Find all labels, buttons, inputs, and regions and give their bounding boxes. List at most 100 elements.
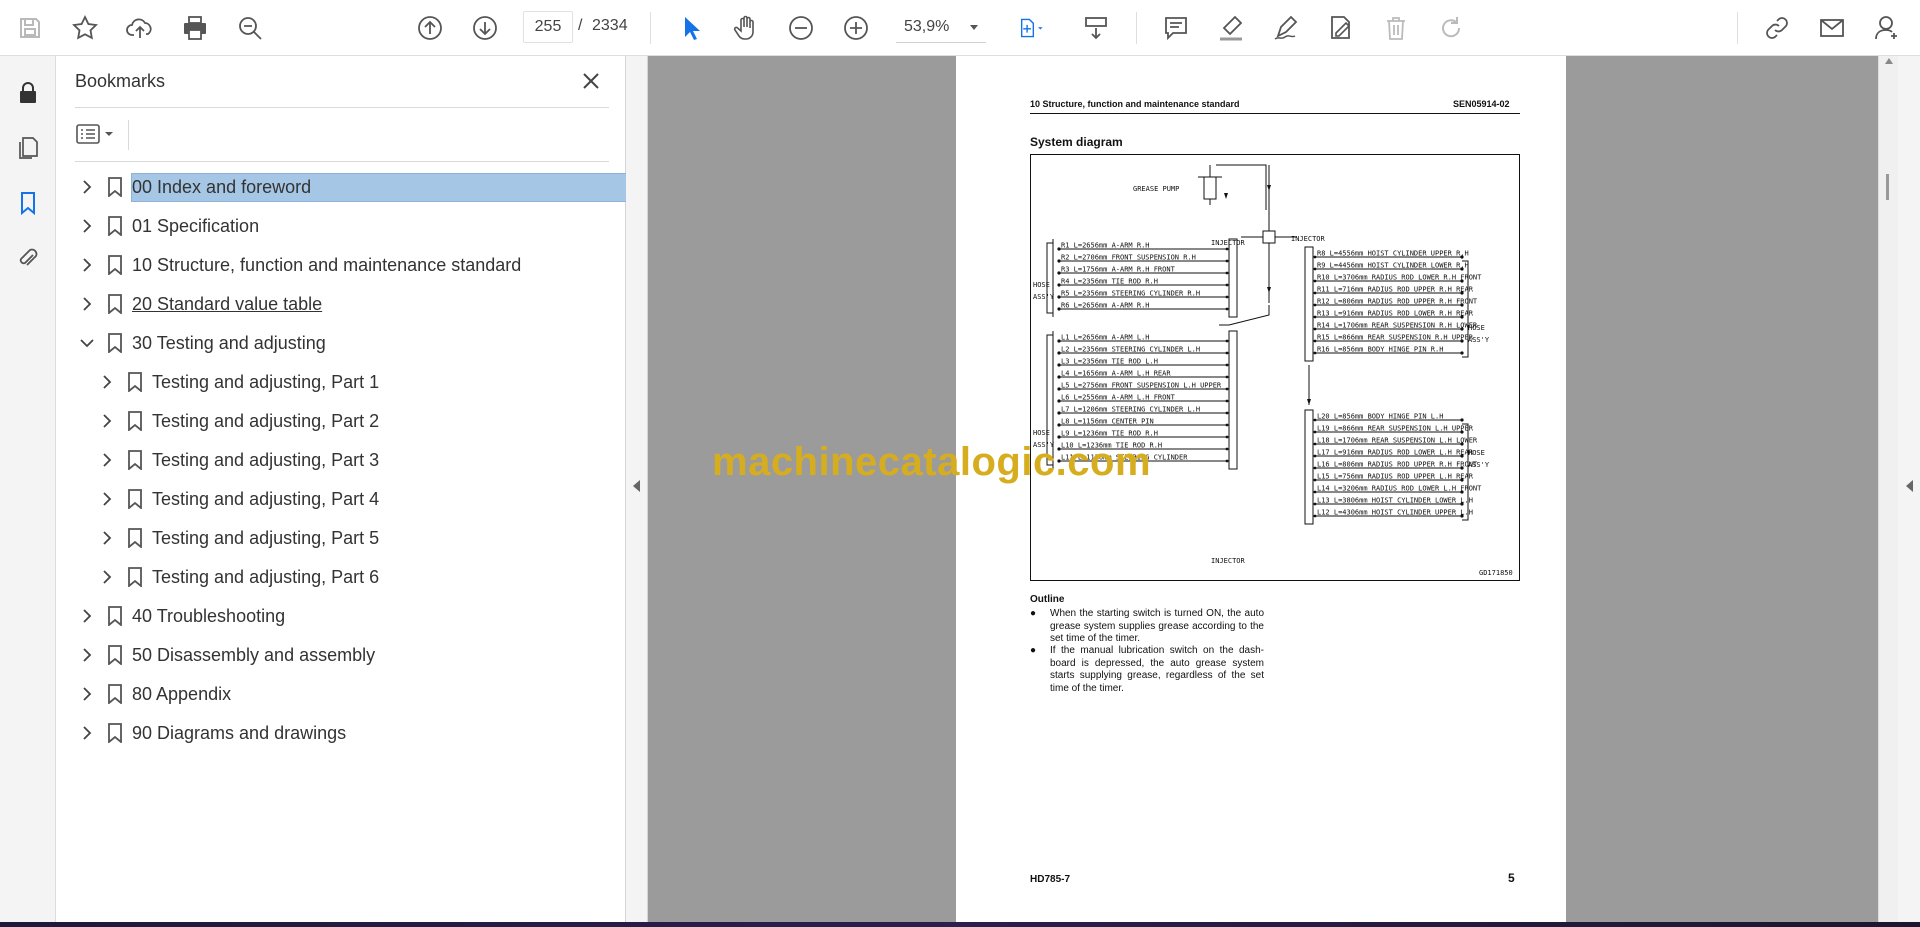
- bookmark-label[interactable]: Testing and adjusting, Part 5: [152, 525, 379, 552]
- hose-end: [1225, 387, 1229, 391]
- scrollbar-thumb[interactable]: [1886, 174, 1889, 200]
- comment-icon[interactable]: [1156, 8, 1196, 48]
- hose-label: L16 L=806mm RADIUS ROD UPPER R.H FRONT: [1317, 461, 1478, 469]
- bullet-dot: ●: [1030, 645, 1037, 656]
- fit-page-icon[interactable]: [1006, 8, 1056, 48]
- outline-title: Outline: [1030, 594, 1065, 605]
- chevron-right-icon[interactable]: [76, 605, 98, 627]
- bookmark-item[interactable]: 90 Diagrams and drawings: [76, 716, 346, 750]
- fill-sign-icon[interactable]: [1321, 8, 1361, 48]
- bookmark-label[interactable]: Testing and adjusting, Part 3: [152, 447, 379, 474]
- chevron-right-icon[interactable]: [76, 683, 98, 705]
- find-zoom-icon[interactable]: [230, 8, 270, 48]
- bookmark-item[interactable]: 10 Structure, function and maintenance s…: [76, 248, 521, 282]
- hose-end: [1313, 502, 1317, 506]
- vertical-scrollbar[interactable]: [1878, 56, 1898, 922]
- bookmark-item[interactable]: 01 Specification: [76, 209, 259, 243]
- print-icon[interactable]: [175, 8, 215, 48]
- bookmark-item[interactable]: 20 Standard value table: [76, 287, 322, 321]
- bookmark-item[interactable]: Testing and adjusting, Part 6: [96, 560, 379, 594]
- bookmarks-panel-icon[interactable]: [8, 183, 48, 223]
- redo-icon[interactable]: [1431, 8, 1471, 48]
- delete-icon[interactable]: [1376, 8, 1416, 48]
- bookmark-options-button[interactable]: [75, 119, 119, 149]
- bookmark-item[interactable]: 40 Troubleshooting: [76, 599, 285, 633]
- hose-end: [1313, 303, 1317, 307]
- bookmark-label[interactable]: 01 Specification: [132, 213, 259, 240]
- chevron-right-icon[interactable]: [96, 449, 118, 471]
- account-icon[interactable]: [1867, 8, 1907, 48]
- collapse-left-icon[interactable]: [633, 480, 640, 492]
- page-total: 2334: [592, 17, 628, 34]
- page-thumbnails-icon[interactable]: [8, 128, 48, 168]
- bookmark-item[interactable]: 80 Appendix: [76, 677, 231, 711]
- bookmark-item[interactable]: 30 Testing and adjusting: [76, 326, 326, 360]
- page-separator: /: [578, 17, 583, 34]
- bookmark-item[interactable]: 00 Index and foreword: [76, 170, 627, 204]
- bookmarks-panel: Bookmarks 00 Index and foreword 01 Specif…: [56, 56, 627, 922]
- expand-right-panel-icon[interactable]: [1906, 480, 1913, 492]
- page-number-input[interactable]: 255: [523, 11, 573, 43]
- bookmark-label[interactable]: 10 Structure, function and maintenance s…: [132, 252, 521, 279]
- bookmark-item[interactable]: 50 Disassembly and assembly: [76, 638, 375, 672]
- upload-cloud-icon[interactable]: [120, 8, 160, 48]
- system-diagram: GREASE PUMP R1 L=2656mm A-ARM R.H R2 L=270…: [1030, 154, 1520, 605]
- zoom-select[interactable]: 53,9%: [896, 11, 986, 43]
- bookmark-label[interactable]: 30 Testing and adjusting: [132, 330, 326, 357]
- chevron-right-icon[interactable]: [96, 410, 118, 432]
- panel-splitter[interactable]: [626, 56, 648, 922]
- bookmark-label[interactable]: Testing and adjusting, Part 2: [152, 408, 379, 435]
- hose-end: [1313, 418, 1317, 422]
- bookmark-label[interactable]: Testing and adjusting, Part 1: [152, 369, 379, 396]
- next-page-icon[interactable]: [465, 8, 505, 48]
- bookmark-label[interactable]: 80 Appendix: [132, 681, 231, 708]
- chevron-right-icon[interactable]: [76, 644, 98, 666]
- bookmark-item[interactable]: Testing and adjusting, Part 5: [96, 521, 379, 555]
- assy-label: ASS'Y: [1033, 293, 1055, 301]
- zoom-in-icon[interactable]: [836, 8, 876, 48]
- bookmark-item[interactable]: Testing and adjusting, Part 4: [96, 482, 379, 516]
- chevron-right-icon[interactable]: [76, 254, 98, 276]
- select-cursor-icon[interactable]: [671, 8, 711, 48]
- bookmark-label[interactable]: 40 Troubleshooting: [132, 603, 285, 630]
- share-link-icon[interactable]: [1757, 8, 1797, 48]
- hand-icon[interactable]: [726, 8, 766, 48]
- close-icon[interactable]: [576, 66, 606, 96]
- chevron-right-icon[interactable]: [96, 371, 118, 393]
- chevron-right-icon[interactable]: [96, 566, 118, 588]
- bookmark-item[interactable]: Testing and adjusting, Part 1: [96, 365, 379, 399]
- bookmark-item[interactable]: Testing and adjusting, Part 2: [96, 404, 379, 438]
- pdf-page: 10 Structure, function and maintenance s…: [956, 56, 1566, 922]
- running-header-left: 10 Structure, function and maintenance s…: [1030, 99, 1240, 109]
- bookmark-label[interactable]: 20 Standard value table: [132, 291, 322, 318]
- draw-icon[interactable]: [1266, 8, 1306, 48]
- attachments-icon[interactable]: [8, 238, 48, 278]
- bookmark-label[interactable]: 90 Diagrams and drawings: [132, 720, 346, 747]
- pump-label: GREASE PUMP: [1133, 185, 1179, 193]
- chevron-down-icon[interactable]: [76, 332, 98, 354]
- bookmark-label[interactable]: 00 Index and foreword: [131, 172, 627, 202]
- distributor-block: [1262, 230, 1276, 244]
- bookmark-label[interactable]: 50 Disassembly and assembly: [132, 642, 375, 669]
- prev-page-icon[interactable]: [410, 8, 450, 48]
- chevron-right-icon[interactable]: [76, 215, 98, 237]
- chevron-right-icon[interactable]: [96, 527, 118, 549]
- chevron-right-icon[interactable]: [76, 293, 98, 315]
- document-viewer[interactable]: 10 Structure, function and maintenance s…: [648, 56, 1878, 922]
- chevron-right-icon[interactable]: [76, 176, 98, 198]
- hose-label: R14 L=1706mm REAR SUSPENSION R.H LOWER: [1317, 322, 1478, 330]
- bookmark-label[interactable]: Testing and adjusting, Part 6: [152, 564, 379, 591]
- lock-icon[interactable]: [8, 73, 48, 113]
- save-icon[interactable]: [10, 8, 50, 48]
- email-icon[interactable]: [1812, 8, 1852, 48]
- chevron-right-icon[interactable]: [96, 488, 118, 510]
- bookmark-item[interactable]: Testing and adjusting, Part 3: [96, 443, 379, 477]
- hose-label: L15 L=756mm RADIUS ROD UPPER L.H REAR: [1317, 473, 1474, 481]
- highlight-icon[interactable]: [1211, 8, 1251, 48]
- chevron-right-icon[interactable]: [76, 722, 98, 744]
- zoom-out-icon[interactable]: [781, 8, 821, 48]
- bookmark-star-icon[interactable]: [65, 8, 105, 48]
- bookmark-label[interactable]: Testing and adjusting, Part 4: [152, 486, 379, 513]
- scroll-mode-icon[interactable]: [1076, 8, 1116, 48]
- scroll-up-icon[interactable]: [1885, 58, 1893, 64]
